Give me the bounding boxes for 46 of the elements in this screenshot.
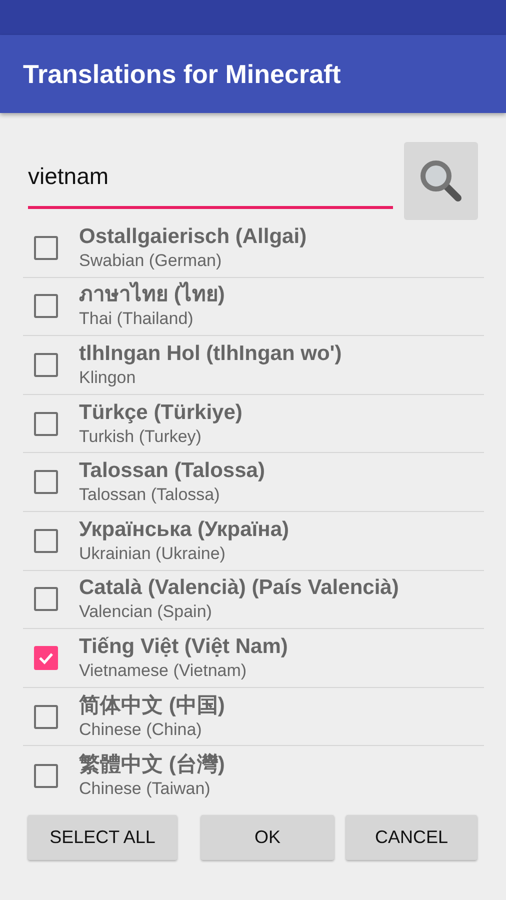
language-item[interactable]: tlhIngan Hol (tlhIngan wo') Klingon: [23, 336, 484, 395]
checkbox[interactable]: [34, 236, 58, 260]
checkbox[interactable]: [34, 528, 58, 553]
language-item[interactable]: ภาษาไทย (ไทย) Thai (Thailand): [23, 278, 484, 336]
checkbox[interactable]: [34, 294, 58, 318]
language-item[interactable]: Українська (Україна) Ukrainian (Ukraine): [23, 512, 484, 571]
language-name: Українська (Україна): [79, 516, 290, 543]
language-name: Türkçe (Türkiye): [79, 400, 242, 426]
search-field[interactable]: vietnam: [28, 147, 393, 209]
search-button[interactable]: [404, 142, 478, 220]
language-item[interactable]: Tiếng Việt (Việt Nam) Vietnamese (Vietnam): [23, 629, 484, 688]
dialog-button[interactable]: OK: [201, 814, 334, 860]
checkbox[interactable]: [34, 352, 58, 377]
language-description: Chinese (Taiwan): [79, 778, 212, 800]
language-item[interactable]: Ostallgaierisch (Allgai) Swabian (German): [23, 219, 484, 278]
checkbox[interactable]: [34, 646, 58, 670]
language-item[interactable]: 简体中文 (中国) Chinese (China): [23, 688, 484, 746]
language-name: 简体中文 (中国): [79, 692, 225, 719]
language-name: Tiếng Việt (Việt Nam): [79, 634, 288, 660]
language-item[interactable]: Talossan (Talossa) Talossan (Talossa): [23, 453, 484, 512]
checkbox[interactable]: [34, 587, 58, 612]
language-name: 繁體中文 (台灣): [79, 752, 225, 778]
language-name: Talossan (Talossa): [79, 458, 265, 484]
dialog-button[interactable]: CANCEL: [346, 814, 477, 860]
checkbox[interactable]: [34, 470, 58, 494]
language-description: Talossan (Talossa): [79, 484, 221, 506]
language-item[interactable]: 繁體中文 (台灣) Chinese (Taiwan): [23, 746, 484, 805]
language-description: Turkish (Turkey): [79, 426, 202, 448]
checkbox[interactable]: [34, 764, 58, 788]
language-description: Chinese (China): [79, 718, 203, 741]
dialog-button[interactable]: SELECT ALL: [28, 814, 177, 860]
language-name: tlhIngan Hol (tlhIngan wo'): [79, 340, 342, 367]
language-name: Català (Valencià) (País Valencià): [79, 575, 399, 602]
language-name: ภาษาไทย (ไทย): [79, 282, 225, 308]
checkbox[interactable]: [34, 704, 58, 729]
language-name: Ostallgaierisch (Allgai): [79, 224, 307, 250]
language-item[interactable]: Català (Valencià) (País Valencià) Valencian (Spain): [23, 570, 484, 630]
checkbox[interactable]: [34, 412, 58, 436]
language-description: Swabian (German): [79, 250, 223, 272]
language-description: Klingon: [79, 366, 137, 389]
language-description: Thai (Thailand): [79, 308, 194, 330]
language-description: Vietnamese (Vietnam): [79, 660, 248, 682]
app-title: Translations for Minecraft: [23, 58, 341, 90]
language-description: Valencian (Spain): [79, 601, 213, 624]
language-item[interactable]: Türkçe (Türkiye) Turkish (Turkey): [23, 394, 484, 454]
language-description: Ukrainian (Ukraine): [79, 542, 226, 565]
